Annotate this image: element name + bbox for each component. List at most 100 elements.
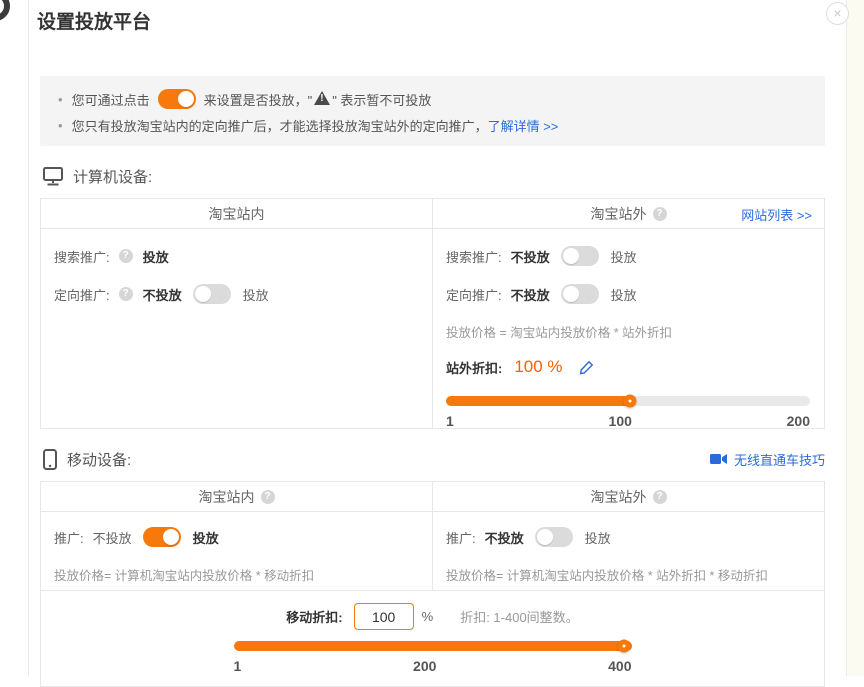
off-state-label: 不投放 [485,528,524,547]
computer-section-header: 计算机设备: [40,162,825,190]
header-label: 淘宝站内 [209,204,265,224]
video-icon [710,453,728,465]
tick-min: 1 [446,413,454,429]
mobile-offsite-toggle[interactable] [535,527,573,547]
notice-text: " 表示暂不可投放 [332,90,431,109]
help-icon[interactable]: ? [119,287,133,301]
toggle-knob [195,286,211,302]
clipped-corner-decoration [0,0,10,21]
help-icon[interactable]: ? [653,207,667,221]
slider-handle[interactable] [617,640,630,653]
on-state-label: 投放 [243,285,269,304]
on-state-label: 投放 [585,528,611,547]
target-promo-label: 定向推广: [446,285,502,304]
computer-offsite-header: 淘宝站外 ? 网站列表 >> [432,199,824,228]
computer-icon [43,167,63,186]
target-promo-label: 定向推广: [54,285,110,304]
offsite-price-formula: 投放价格 = 淘宝站内投放价格 * 站外折扣 [446,322,810,341]
header-label: 淘宝站外 [591,487,647,507]
offsite-search-row: 搜索推广: 不投放 投放 [446,246,810,266]
computer-onsite-header: 淘宝站内 [41,199,432,228]
edit-icon[interactable] [579,360,594,375]
set-platform-dialog: 设置投放平台 • 您可通过点击 来设置是否投放，" " 表示暂不可投放 • 您只… [28,0,846,676]
mobile-table-header: 淘宝站内 ? 淘宝站外 ? [41,482,824,512]
notice-box: • 您可通过点击 来设置是否投放，" " 表示暂不可投放 • 您只有投放淘宝站内… [40,76,825,146]
computer-onsite-cell: 搜索推广: ? 投放 定向推广: ? 不投放 投放 [41,229,432,428]
toggle-knob [563,248,579,264]
tick-max: 400 [608,658,631,674]
offsite-target-toggle[interactable] [561,284,599,304]
tick-max: 200 [787,413,810,429]
help-icon[interactable]: ? [119,249,133,263]
offsite-discount-label: 站外折扣: [446,358,502,377]
toggle-knob [563,286,579,302]
off-state-label: 不投放 [143,285,182,304]
slider-track[interactable] [446,396,810,406]
wireless-tips-link[interactable]: 无线直通车技巧 [734,450,825,469]
bullet-icon: • [58,92,63,107]
notice-text: 来设置是否投放，" [204,90,313,109]
mobile-table: 淘宝站内 ? 淘宝站外 ? 推广: 不投放 投放 投放价格= 计算机淘宝站内投放… [40,481,825,687]
example-toggle[interactable] [158,89,196,109]
off-state-label: 不投放 [511,285,550,304]
slider-ticks: 1 100 200 [446,413,810,429]
search-promo-label: 搜索推广: [446,247,502,266]
off-state-label: 不投放 [511,247,550,266]
computer-section-title: 计算机设备: [73,166,152,187]
toggle-knob [178,91,194,107]
on-state-label: 投放 [611,247,637,266]
slider-fill [446,396,632,406]
mobile-onsite-header: 淘宝站内 ? [41,482,432,511]
slider-ticks: 1 200 400 [234,658,632,674]
mobile-offsite-cell: 推广: 不投放 投放 投放价格= 计算机淘宝站内投放价格 * 站外折扣 * 移动… [432,512,824,590]
on-state-label: 投放 [611,285,637,304]
promo-label: 推广: [446,528,476,547]
offsite-discount-value: 100 % [514,357,562,377]
mobile-onsite-toggle[interactable] [143,527,181,547]
help-icon[interactable]: ? [653,490,667,504]
toggle-knob [163,529,179,545]
mobile-offsite-header: 淘宝站外 ? [432,482,824,511]
off-state-label: 不投放 [93,528,132,547]
learn-more-link[interactable]: 了解详情 >> [488,116,559,135]
slider-fill [234,641,632,651]
mobile-onsite-cell: 推广: 不投放 投放 投放价格= 计算机淘宝站内投放价格 * 移动折扣 [41,512,432,590]
mobile-offsite-formula: 投放价格= 计算机淘宝站内投放价格 * 站外折扣 * 移动折扣 [446,565,810,584]
discount-hint: 折扣: 1-400间整数。 [460,607,578,626]
bullet-icon: • [58,118,63,133]
mobile-section-title: 移动设备: [67,449,131,470]
offsite-discount-row: 站外折扣: 100 % [446,354,810,380]
mobile-table-body: 推广: 不投放 投放 投放价格= 计算机淘宝站内投放价格 * 移动折扣 推广: … [41,512,824,590]
notice-text: 您可通过点击 [72,90,150,109]
search-promo-label: 搜索推广: [54,247,110,266]
promo-label: 推广: [54,528,84,547]
mobile-tips: 无线直通车技巧 [710,450,825,469]
onsite-target-toggle[interactable] [193,284,231,304]
offsite-search-toggle[interactable] [561,246,599,266]
mobile-discount-label: 移动折扣: [286,607,342,626]
tick-min: 1 [234,658,242,674]
notice-line-1: • 您可通过点击 来设置是否投放，" " 表示暂不可投放 [58,87,807,111]
on-state-label: 投放 [193,528,219,547]
search-promo-value: 投放 [143,247,169,266]
tick-mid: 100 [609,413,632,429]
slider-track[interactable] [234,641,632,651]
offsite-target-row: 定向推广: 不投放 投放 [446,284,810,304]
slider-handle[interactable] [623,395,636,408]
mobile-discount-line: 移动折扣: % 折扣: 1-400间整数。 [41,603,824,630]
mobile-offsite-promo-row: 推广: 不投放 投放 [446,527,810,547]
computer-table-header: 淘宝站内 淘宝站外 ? 网站列表 >> [41,199,824,229]
page-background-strip [846,0,864,676]
mobile-icon [43,449,57,470]
page-title: 设置投放平台 [37,9,825,37]
header-label: 淘宝站内 [199,487,255,507]
warning-icon [314,91,330,105]
website-list-link[interactable]: 网站列表 >> [741,205,812,224]
computer-table: 淘宝站内 淘宝站外 ? 网站列表 >> 搜索推广: ? 投放 定向推广: ? 不… [40,198,825,429]
close-icon[interactable]: × [826,2,849,25]
computer-table-body: 搜索推广: ? 投放 定向推广: ? 不投放 投放 搜索推广: 不投放 投放 [41,229,824,428]
percent-unit: % [422,609,434,624]
computer-offsite-cell: 搜索推广: 不投放 投放 定向推广: 不投放 投放 投放价格 = 淘宝站内投放价… [432,229,824,428]
help-icon[interactable]: ? [261,490,275,504]
mobile-discount-input[interactable] [354,603,414,630]
